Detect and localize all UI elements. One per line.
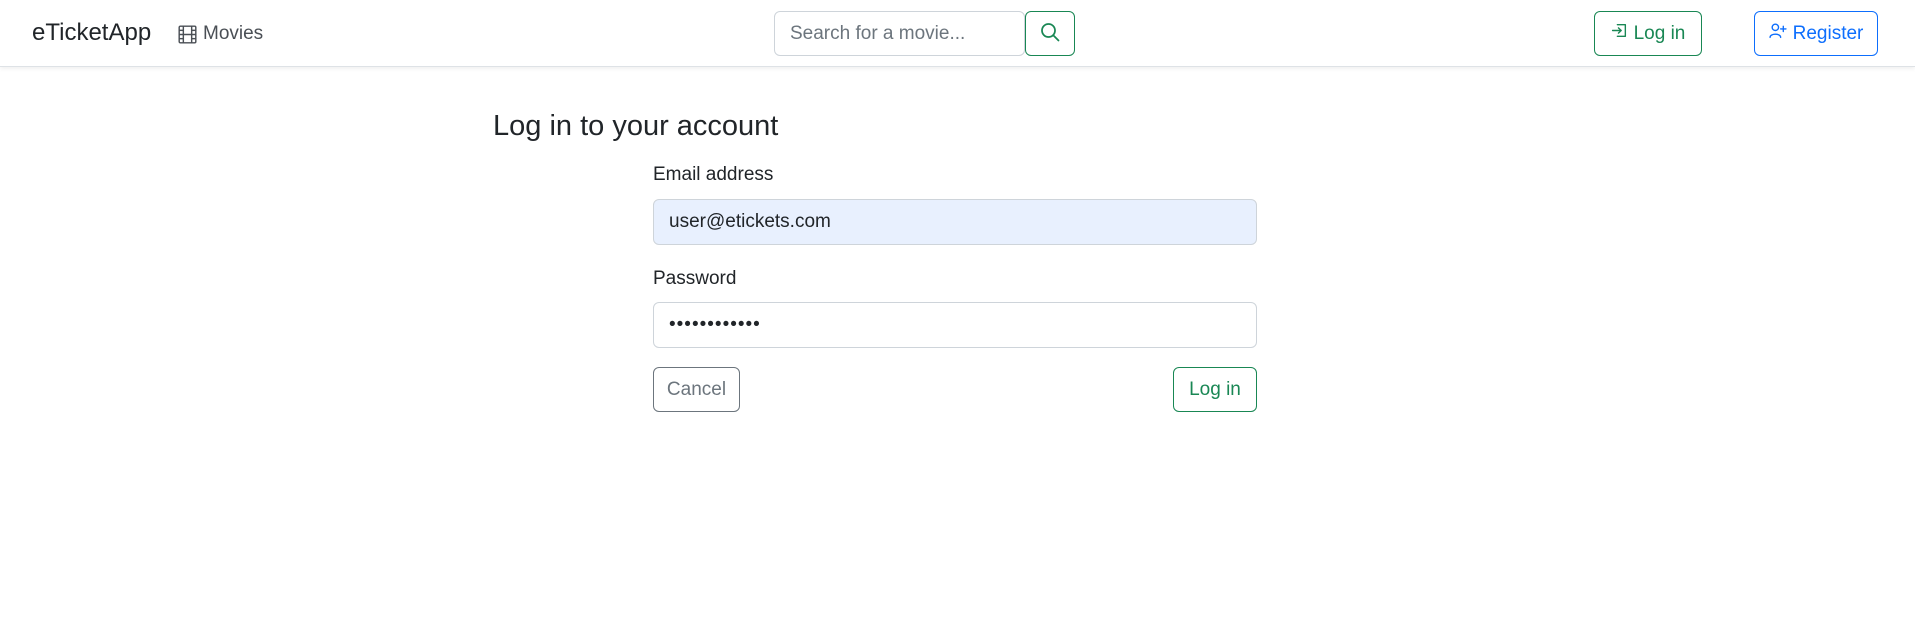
page-title: Log in to your account xyxy=(493,110,779,142)
search-button[interactable] xyxy=(1025,11,1075,56)
film-icon xyxy=(178,24,197,44)
nav-register-label: Register xyxy=(1792,22,1864,44)
email-label: Email address xyxy=(653,164,774,185)
email-field[interactable] xyxy=(653,199,1257,245)
top-navbar: eTicketApp Movies Search for a movie... … xyxy=(0,0,1915,67)
cancel-button[interactable]: Cancel xyxy=(653,367,740,412)
nav-link-movies[interactable]: Movies xyxy=(178,21,263,47)
box-arrow-in-right-icon xyxy=(1611,22,1628,45)
password-label: Password xyxy=(653,268,737,289)
login-submit-button[interactable]: Log in xyxy=(1173,367,1257,412)
person-plus-icon xyxy=(1768,22,1787,45)
brand-link[interactable]: eTicketApp xyxy=(32,18,151,48)
nav-login-button[interactable]: Log in xyxy=(1594,11,1702,56)
search-input[interactable] xyxy=(774,11,1025,56)
nav-link-movies-label: Movies xyxy=(203,23,264,44)
search-icon xyxy=(1040,22,1060,45)
nav-register-button[interactable]: Register xyxy=(1754,11,1878,56)
password-field[interactable] xyxy=(653,302,1257,348)
nav-login-label: Log in xyxy=(1633,22,1686,44)
